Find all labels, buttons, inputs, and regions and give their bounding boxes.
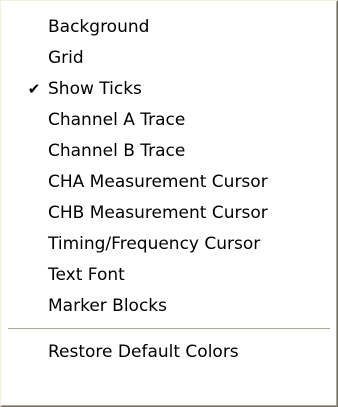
menu-item-background[interactable]: Background: [4, 12, 334, 43]
menu-item-marker-blocks[interactable]: Marker Blocks: [4, 291, 334, 322]
checkmark-icon: ✔: [27, 80, 41, 98]
menu-item-show-ticks[interactable]: ✔ Show Ticks: [4, 74, 334, 105]
menu-item-timing-frequency-cursor[interactable]: Timing/Frequency Cursor: [4, 229, 334, 260]
menu-item-label: CHB Measurement Cursor: [48, 203, 268, 223]
menu-item-text-font[interactable]: Text Font: [4, 260, 334, 291]
menu-item-channel-a-trace[interactable]: Channel A Trace: [4, 105, 334, 136]
menu-frame: Background Grid ✔ Show Ticks Channel A T…: [1, 1, 337, 406]
menu-item-label: Timing/Frequency Cursor: [48, 234, 261, 254]
separator-highlight: [8, 329, 330, 330]
menu-item-restore-default-colors[interactable]: Restore Default Colors: [4, 337, 334, 368]
menu-item-label: Channel A Trace: [48, 110, 186, 130]
menu-item-label: Show Ticks: [48, 79, 142, 99]
menu-item-grid[interactable]: Grid: [4, 43, 334, 74]
menu-item-label: Marker Blocks: [48, 296, 167, 316]
context-menu: Background Grid ✔ Show Ticks Channel A T…: [0, 0, 338, 407]
menu-item-label: Restore Default Colors: [48, 342, 239, 362]
menu-item-chb-measurement-cursor[interactable]: CHB Measurement Cursor: [4, 198, 334, 229]
menu-item-label: CHA Measurement Cursor: [48, 172, 268, 192]
menu-item-label: Background: [48, 17, 150, 37]
menu-item-cha-measurement-cursor[interactable]: CHA Measurement Cursor: [4, 167, 334, 198]
menu-item-label: Grid: [48, 48, 84, 68]
menu-items: Background Grid ✔ Show Ticks Channel A T…: [4, 12, 334, 368]
menu-item-channel-b-trace[interactable]: Channel B Trace: [4, 136, 334, 167]
menu-separator: [4, 322, 334, 337]
menu-item-label: Channel B Trace: [48, 141, 186, 161]
menu-item-label: Text Font: [48, 265, 125, 285]
